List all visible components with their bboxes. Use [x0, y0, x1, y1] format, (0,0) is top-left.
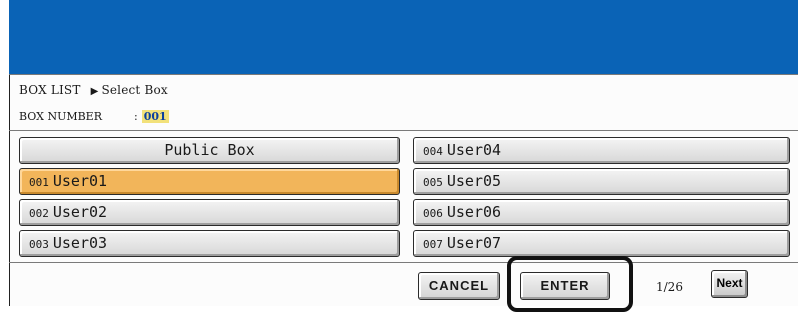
box-button-001[interactable]: 001 User01 — [19, 168, 400, 195]
divider — [9, 130, 798, 131]
box-number: 002 — [29, 207, 49, 220]
breadcrumb-root: BOX LIST — [19, 83, 81, 97]
box-number-value: 001 — [141, 110, 169, 123]
box-button-public[interactable]: Public Box — [19, 137, 400, 164]
box-name: User07 — [446, 234, 502, 252]
box-button-005[interactable]: 005 User05 — [413, 168, 790, 195]
box-number-colon: : — [134, 110, 138, 123]
divider — [9, 74, 798, 75]
box-number-label: BOX NUMBER — [19, 110, 102, 123]
box-button-003[interactable]: 003 User03 — [19, 230, 400, 257]
chevron-right-icon: ▶ — [90, 86, 99, 97]
box-number-field: BOX NUMBER:001 — [19, 110, 169, 123]
next-page-button[interactable]: Next — [711, 270, 748, 298]
box-number: 001 — [29, 176, 49, 189]
box-name: User02 — [52, 203, 108, 221]
box-number: 005 — [423, 176, 443, 189]
page-indicator: 1/26 — [656, 280, 683, 294]
box-name: Public Box — [164, 141, 255, 159]
header-bar — [9, 0, 798, 74]
box-name: User04 — [446, 141, 502, 159]
box-button-004[interactable]: 004 User04 — [413, 137, 790, 164]
box-name: User03 — [52, 234, 108, 252]
breadcrumb-current: Select Box — [101, 83, 168, 97]
cancel-button[interactable]: CANCEL — [418, 272, 500, 300]
box-name: User06 — [446, 203, 502, 221]
box-number: 007 — [423, 238, 443, 251]
box-name: User05 — [446, 172, 502, 190]
breadcrumb: BOX LIST ▶ Select Box — [19, 83, 168, 97]
box-button-006[interactable]: 006 User06 — [413, 199, 790, 226]
box-number: 004 — [423, 145, 443, 158]
enter-button[interactable]: ENTER — [520, 272, 610, 300]
box-button-007[interactable]: 007 User07 — [413, 230, 790, 257]
box-name: User01 — [52, 172, 108, 190]
box-number: 003 — [29, 238, 49, 251]
divider — [9, 262, 798, 263]
box-number: 006 — [423, 207, 443, 220]
box-button-002[interactable]: 002 User02 — [19, 199, 400, 226]
